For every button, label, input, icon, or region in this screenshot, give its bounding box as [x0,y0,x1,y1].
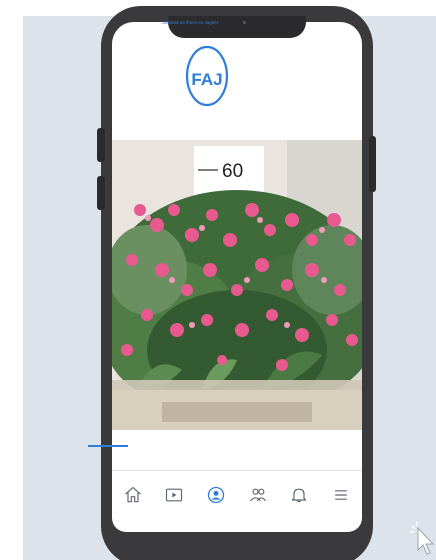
tab-video[interactable] [159,480,189,510]
app-screen: 60 [112,22,362,532]
faj-logo: FAJ [185,45,229,107]
logo-text: FAJ [191,70,222,89]
active-tab-indicator [88,445,128,447]
video-icon [166,488,183,501]
pointer-cursor-icon [410,522,435,555]
profile-icon [207,486,225,503]
header-menu-icon[interactable]: ≡ [243,20,246,26]
height-tag-number: 60 [222,161,243,182]
tab-notifications[interactable] [284,480,314,510]
phone-volume-up-button [97,128,105,162]
phone-power-button [369,136,376,192]
phone-volume-down-button [97,176,105,210]
home-icon [124,486,141,502]
tab-profile[interactable] [201,480,231,510]
bottom-tab-bar [112,470,362,518]
tab-menu[interactable] [326,480,356,510]
tab-groups[interactable] [243,480,273,510]
app-tagline: Subasta de flores en Jagüer [162,20,219,25]
groups-icon [249,488,266,501]
tab-home[interactable] [118,480,148,510]
product-photo[interactable]: 60 [112,140,362,430]
bell-icon [292,488,307,502]
flower-bouquet-image: 60 [112,140,362,430]
menu-icon [335,489,347,500]
